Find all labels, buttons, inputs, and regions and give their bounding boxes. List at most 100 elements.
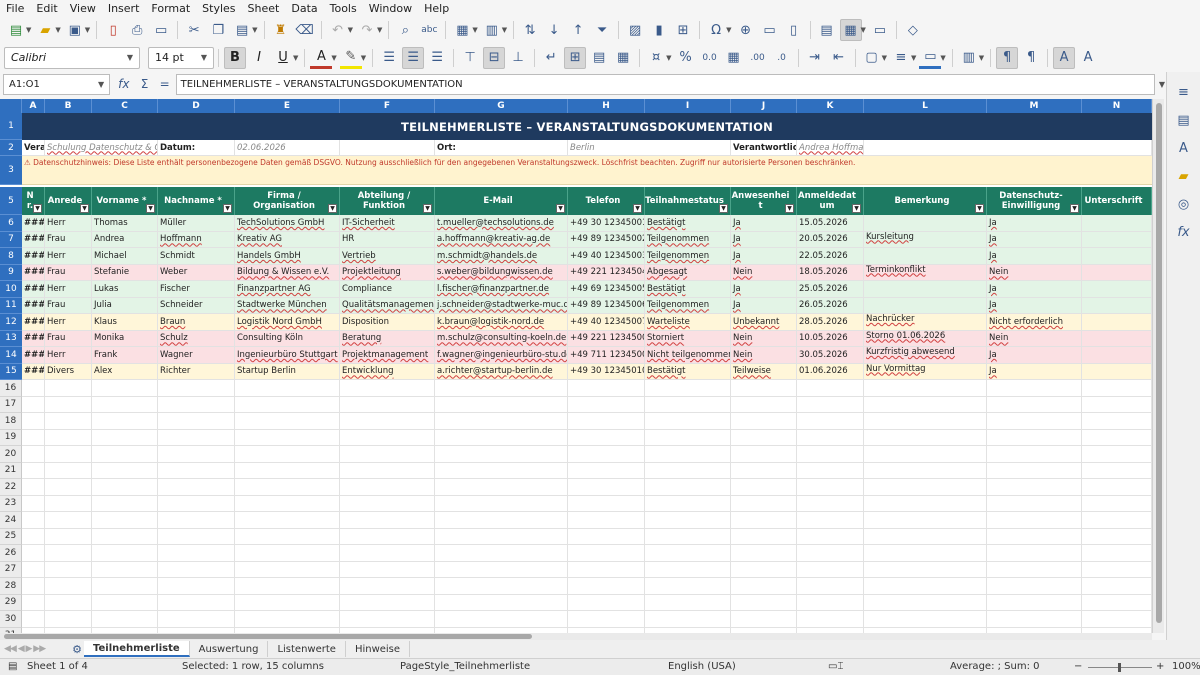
table-cell-c-10[interactable]: Lukas [92,281,158,298]
empty-cell[interactable] [1082,512,1152,529]
empty-cell[interactable] [435,479,568,496]
empty-cell[interactable] [1082,594,1152,611]
empty-cell[interactable] [235,446,340,463]
table-cell-f-11[interactable]: Qualitätsmanagement [340,297,435,314]
right-to-left-icon[interactable]: ¶ [1020,47,1042,69]
spreadsheet-grid[interactable]: A B C D E F G H I J K L M N 1 2 3 5 TEILNEHMERLISTE – VERA… [0,99,1152,633]
table-cell-e-8[interactable]: Handels GmbH [235,248,340,265]
empty-cell[interactable] [987,594,1082,611]
empty-cell[interactable] [92,578,158,595]
row-header-6[interactable]: 6 [0,215,22,232]
empty-cell[interactable] [22,380,45,397]
empty-cell[interactable] [22,561,45,578]
menu-sheet[interactable]: Sheet [242,2,286,15]
empty-cell[interactable] [340,561,435,578]
row-header-17[interactable]: 17 [0,396,22,413]
table-header-l[interactable]: Bemerkung ▼ [864,187,987,215]
headers-footers-icon[interactable]: ▯ [783,19,805,41]
empty-cell[interactable] [340,429,435,446]
align-top-icon[interactable]: ⊤ [459,47,481,69]
empty-cell[interactable] [864,396,987,413]
table-cell-k-9[interactable]: 18.05.2026 [797,264,864,281]
table-header-k[interactable]: Anmeldedat um ▼ [797,187,864,215]
table-cell-a-15[interactable]: ### [22,363,45,380]
empty-cell[interactable] [568,413,645,430]
empty-cell[interactable] [797,380,864,397]
empty-cell[interactable] [797,396,864,413]
table-cell-i-6[interactable]: Bestätigt [645,215,731,232]
empty-cell[interactable] [864,446,987,463]
row-header-1[interactable]: 1 [0,113,22,140]
column-header-a[interactable]: A [22,99,45,113]
table-cell-b-15[interactable]: Divers [45,363,92,380]
empty-cell[interactable] [1082,396,1152,413]
row-header-28[interactable]: 28 [0,578,22,595]
empty-cell[interactable] [797,512,864,529]
table-cell-c-9[interactable]: Stefanie [92,264,158,281]
merge-cells-icon[interactable]: ▤ [588,47,610,69]
align-center-icon[interactable]: ☰ [402,46,425,69]
functions-icon[interactable]: fx [1174,222,1194,242]
empty-cell[interactable] [158,545,235,562]
empty-cell[interactable] [235,479,340,496]
table-cell-b-9[interactable]: Frau [45,264,92,281]
number-format-button[interactable]: 0.0 [699,47,721,69]
empty-cell[interactable] [864,611,987,628]
redo-icon[interactable]: ↷ [356,19,378,41]
table-cell-e-12[interactable]: Logistik Nord GmbH [235,314,340,331]
empty-cell[interactable] [864,429,987,446]
align-left-icon[interactable]: ☰ [378,47,400,69]
empty-cell[interactable] [45,479,92,496]
empty-cell[interactable] [45,380,92,397]
table-cell-i-14[interactable]: Nicht teilgenommen [645,347,731,364]
table-cell-d-7[interactable]: Hoffmann [158,231,235,248]
border-style-icon[interactable]: ≡ [890,47,912,69]
empty-cell[interactable] [645,578,731,595]
table-cell-c-11[interactable]: Julia [92,297,158,314]
borders-icon[interactable]: ▢ [861,47,883,69]
gallery-icon[interactable]: ▰ [1174,166,1194,186]
row-header-26[interactable]: 26 [0,545,22,562]
export-pdf-icon[interactable]: ▯ [102,19,124,41]
table-header-e[interactable]: Firma / Organisation ▼ [235,187,340,215]
empty-cell[interactable] [158,528,235,545]
vertical-scrollbar[interactable] [1152,99,1164,633]
table-cell-h-13[interactable]: +49 221 12345008 [568,330,645,347]
table-cell-h-12[interactable]: +49 40 12345007 [568,314,645,331]
empty-cell[interactable] [92,429,158,446]
table-cell-h-6[interactable]: +49 30 12345001 [568,215,645,232]
table-header-g[interactable]: E-Mail ▼ [435,187,568,215]
empty-cell[interactable] [731,446,797,463]
empty-cell[interactable] [45,594,92,611]
table-cell-n-9[interactable] [1082,264,1152,281]
table-cell-d-12[interactable]: Braun [158,314,235,331]
empty-cell[interactable] [864,512,987,529]
table-cell-k-11[interactable]: 26.05.2026 [797,297,864,314]
meta-location-label[interactable]: Ort: [435,140,568,156]
undo-icon[interactable]: ↶ [327,19,349,41]
table-cell-h-10[interactable]: +49 69 12345005 [568,281,645,298]
decrease-indent-icon[interactable]: ⇤ [828,47,850,69]
empty-cell[interactable] [235,495,340,512]
empty-cell[interactable] [158,462,235,479]
column-header-h[interactable]: H [568,99,645,113]
empty-cell[interactable] [435,611,568,628]
empty-cell[interactable] [45,528,92,545]
sheet-navigation[interactable]: ◀◀ ◀ ▶ ▶▶ [0,644,70,654]
table-cell-k-13[interactable]: 10.05.2026 [797,330,864,347]
autofilter-dropdown-icon[interactable]: ▼ [556,204,565,213]
table-cell-j-11[interactable]: Ja [731,297,797,314]
empty-cell[interactable] [987,396,1082,413]
row-header-12[interactable]: 12 [0,314,22,331]
vertical-scroll-thumb[interactable] [1156,103,1162,623]
table-cell-j-8[interactable]: Ja [731,248,797,265]
table-cell-i-10[interactable]: Bestätigt [645,281,731,298]
empty-cell[interactable] [797,545,864,562]
meta-empty[interactable] [340,140,435,156]
table-cell-i-15[interactable]: Bestätigt [645,363,731,380]
styles-icon[interactable]: A [1174,138,1194,158]
autofilter-dropdown-icon[interactable]: ▼ [719,204,728,213]
table-cell-j-15[interactable]: Teilweise [731,363,797,380]
empty-cell[interactable] [340,462,435,479]
column-header-f[interactable]: F [340,99,435,113]
